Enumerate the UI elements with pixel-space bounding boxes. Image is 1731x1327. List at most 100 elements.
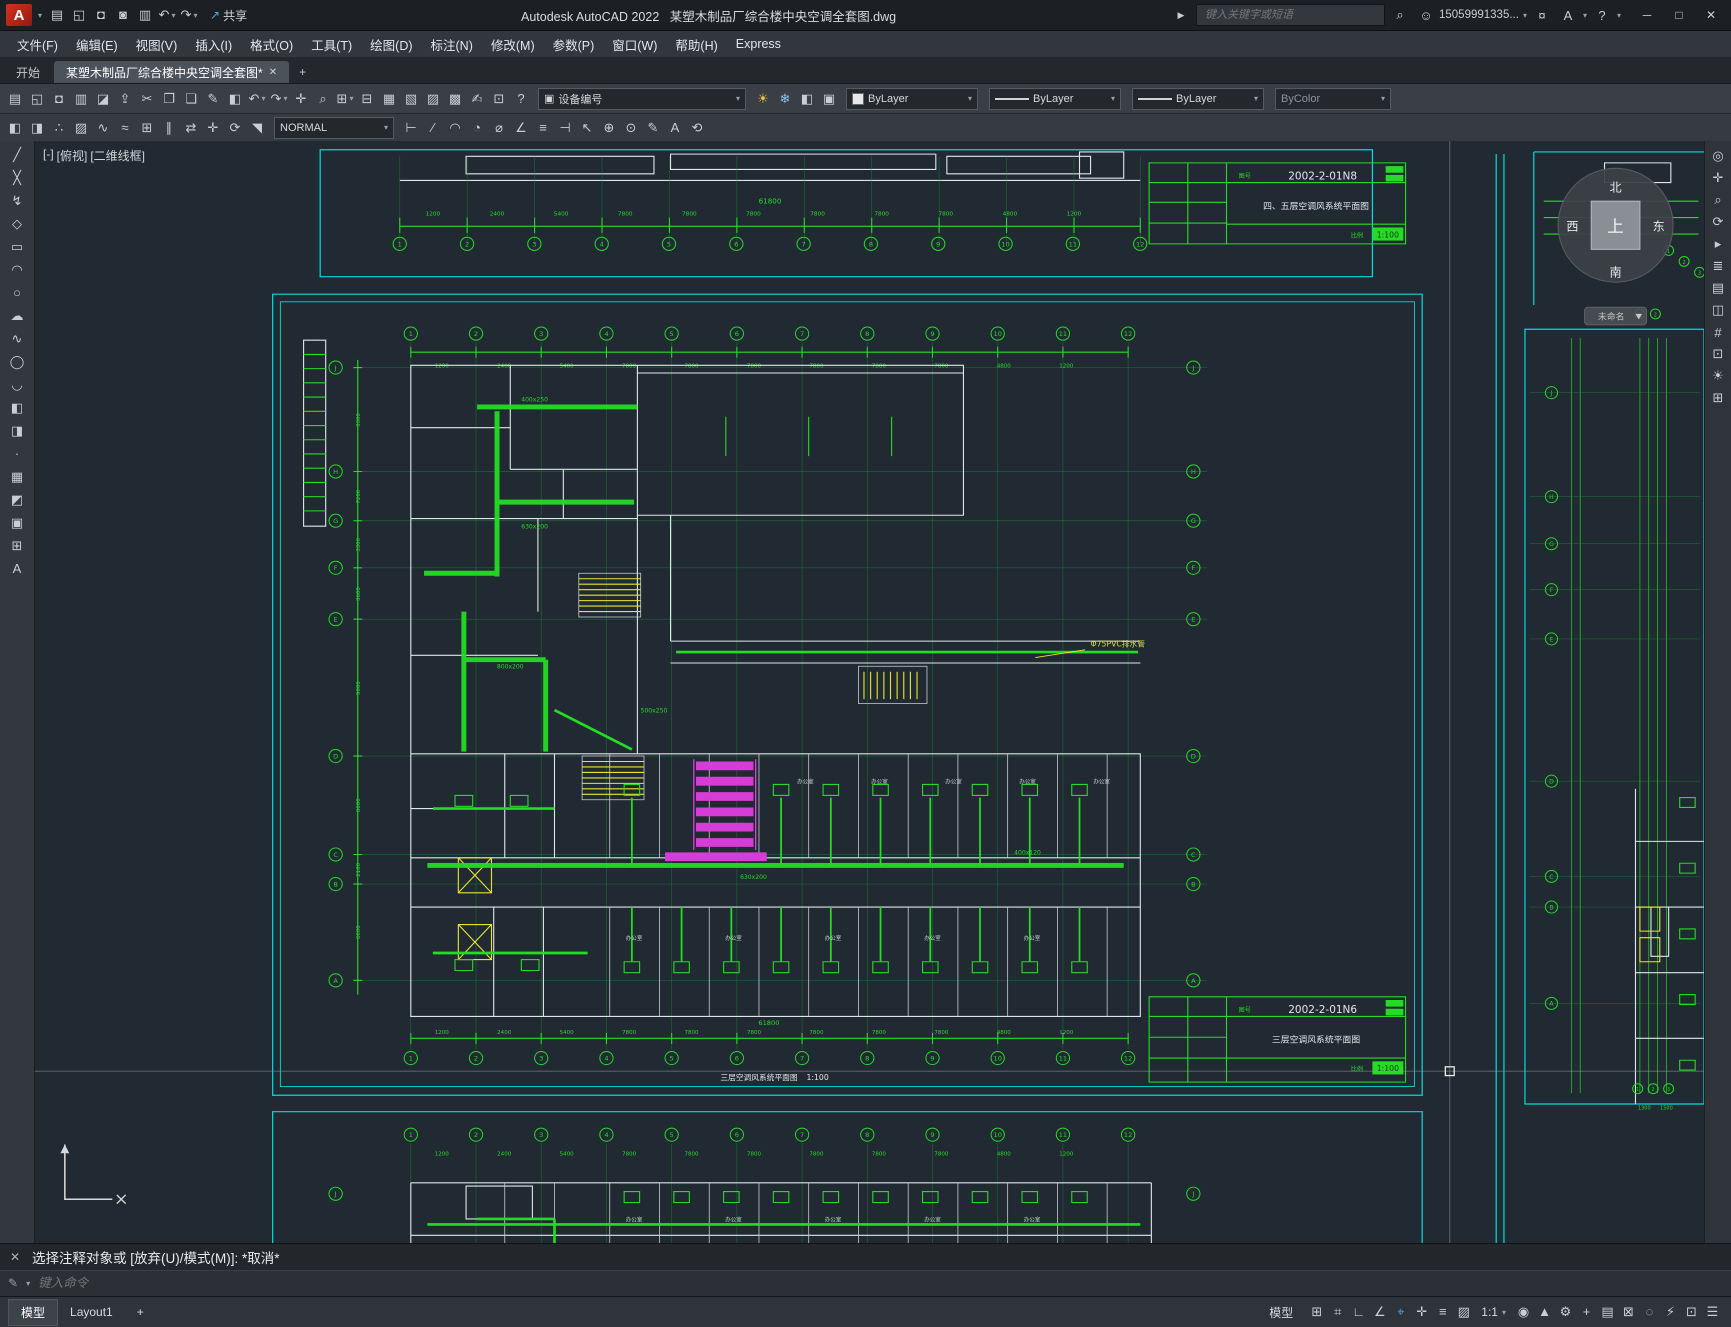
layer-color-icon[interactable]: ▣ — [818, 89, 840, 109]
lineweight-icon[interactable]: ≡ — [1432, 1302, 1453, 1322]
viewport-view-control[interactable]: [俯视] — [57, 147, 88, 164]
hatch-icon[interactable]: ▨ — [70, 118, 92, 138]
dim-continue-icon[interactable]: ⊣ — [554, 118, 576, 138]
help-menu[interactable]: ? ▾ — [1591, 5, 1621, 25]
spline-edit-icon[interactable]: ≈ — [114, 117, 136, 137]
ellipse-arc-icon[interactable]: ◡ — [4, 373, 30, 396]
insert-block-icon[interactable]: ◧ — [4, 396, 30, 419]
share-button[interactable]: ↗ 共享 — [210, 7, 247, 24]
mleader-icon[interactable]: ↖ — [576, 118, 598, 138]
autoscale-icon[interactable]: ▲ — [1534, 1302, 1555, 1322]
circle-icon[interactable]: ○ — [4, 281, 30, 304]
menu-item-1[interactable]: 编辑(E) — [67, 32, 127, 57]
cut-icon[interactable]: ✂ — [136, 89, 158, 109]
zoom-previous-icon[interactable]: ⊟ — [356, 89, 378, 109]
osnap-tracking-icon[interactable]: ✛ — [1411, 1302, 1432, 1322]
menu-item-2[interactable]: 视图(V) — [127, 32, 187, 57]
annotation-scale-control[interactable]: 1:1 ▾ — [1475, 1305, 1512, 1319]
open-icon[interactable]: ◱ — [26, 89, 48, 109]
make-block-icon[interactable]: ◨ — [4, 419, 30, 442]
search-icon[interactable]: ⌕ — [1389, 5, 1411, 25]
new-icon[interactable]: ▤ — [46, 5, 68, 25]
offset-icon[interactable]: ∥ — [158, 118, 180, 138]
point-style-icon[interactable]: ∴ — [48, 118, 70, 138]
menu-item-10[interactable]: 窗口(W) — [603, 32, 666, 57]
mirror-icon[interactable]: ⇄ — [180, 118, 202, 138]
annotation-visibility-icon[interactable]: ◉ — [1513, 1302, 1534, 1322]
polar-tracking-icon[interactable]: ∠ — [1369, 1302, 1390, 1322]
sun-icon[interactable]: ☀ — [1707, 365, 1729, 387]
minimize-button[interactable]: ─ — [1631, 2, 1663, 28]
center-mark-icon[interactable]: ⊙ — [620, 118, 642, 138]
views-icon[interactable]: ⊡ — [1707, 343, 1729, 365]
pan-icon[interactable]: ✛ — [1707, 167, 1729, 189]
construction-line-icon[interactable]: ╳ — [4, 166, 30, 189]
copy-icon[interactable]: ❐ — [158, 89, 180, 109]
transparency-icon[interactable]: ▨ — [1453, 1302, 1474, 1322]
tolerance-icon[interactable]: ⊕ — [598, 118, 620, 138]
help-icon[interactable]: ? — [510, 88, 532, 108]
search-box[interactable] — [1196, 4, 1385, 26]
insert-block-icon[interactable]: ◧ — [4, 118, 26, 138]
viewport-minimize-control[interactable]: [-] — [43, 147, 54, 164]
drawing-canvas[interactable]: [-] [俯视] [二维线框] 1200 2400 5400 7800 7800 7800… — [35, 141, 1704, 1243]
dim-radius-icon[interactable]: ◔ — [466, 117, 488, 137]
layout1-tab[interactable]: Layout1 — [58, 1301, 125, 1323]
move-icon[interactable]: ✛ — [202, 118, 224, 138]
tab-close-icon[interactable]: ✕ — [269, 67, 277, 78]
model-space-toggle[interactable]: 模型 — [1257, 1300, 1305, 1325]
mtext-icon[interactable]: A — [4, 557, 30, 580]
polyline-edit-icon[interactable]: ∿ — [92, 118, 114, 138]
rectangle-icon[interactable]: ▭ — [4, 235, 30, 258]
navigation-wheel-icon[interactable]: ◎ — [1707, 145, 1729, 167]
polyline-icon[interactable]: ↯ — [4, 189, 30, 212]
dim-update-icon[interactable]: ⟲ — [686, 118, 708, 138]
save-as-icon[interactable]: ◙ — [112, 5, 134, 25]
new-tab-button[interactable]: + — [291, 61, 314, 83]
plot-style-combo[interactable]: ByColor ▾ — [1275, 87, 1391, 110]
menu-item-4[interactable]: 格式(O) — [241, 32, 302, 57]
viewcube[interactable]: 北 南 西 东 上 未命名 — [1557, 167, 1674, 326]
text-edit-icon[interactable]: A — [664, 117, 686, 137]
view-name-menu[interactable]: 未命名 — [1598, 310, 1624, 322]
collapse-search-icon[interactable]: ▶ — [1170, 5, 1192, 25]
tab-start[interactable]: 开始 — [4, 61, 52, 83]
maximize-button[interactable]: □ — [1663, 2, 1695, 28]
scale-icon[interactable]: ◥ — [246, 118, 268, 138]
isolate-objects-icon[interactable]: ◌ — [1639, 1302, 1660, 1322]
viewcube-east[interactable]: 东 — [1653, 220, 1665, 234]
dim-linear-icon[interactable]: ⊢ — [400, 118, 422, 138]
lock-ui-icon[interactable]: ⊠ — [1618, 1302, 1639, 1322]
publish-icon[interactable]: ⇪ — [114, 89, 136, 109]
point-icon[interactable]: · — [4, 442, 30, 465]
app-logo[interactable]: A — [6, 4, 32, 26]
line-icon[interactable]: ╱ — [4, 143, 30, 166]
menu-item-3[interactable]: 插入(I) — [186, 32, 241, 57]
customize-icon[interactable]: ☰ — [1702, 1302, 1723, 1322]
dim-style-combo[interactable]: NORMAL ▾ — [274, 116, 394, 139]
gradient-icon[interactable]: ◩ — [4, 488, 30, 511]
ellipse-icon[interactable]: ◯ — [4, 350, 30, 373]
zoom-realtime-icon[interactable]: ⌕ — [312, 89, 334, 109]
command-customize-icon[interactable]: ✎ — [8, 1276, 18, 1290]
close-button[interactable]: ✕ — [1695, 2, 1727, 28]
tool-palettes-icon[interactable]: ▨ — [422, 89, 444, 109]
design-center-icon[interactable]: ▧ — [400, 89, 422, 109]
app-center-menu[interactable]: A ▾ — [1557, 5, 1587, 25]
menu-item-0[interactable]: 文件(F) — [8, 32, 67, 57]
arc-icon[interactable]: ◠ — [4, 258, 30, 281]
menu-item-8[interactable]: 修改(M) — [482, 32, 544, 57]
properties-panel-icon[interactable]: ▤ — [1707, 277, 1729, 299]
zoom-extents-icon[interactable]: ⌕ — [1707, 189, 1729, 211]
new-layout-button[interactable]: + — [125, 1301, 156, 1323]
quick-properties-icon[interactable]: ▤ — [1597, 1302, 1618, 1322]
undo-icon[interactable]: ↶ ▾ — [246, 89, 268, 109]
lineweight-combo[interactable]: ByLayer ▾ — [1132, 87, 1264, 110]
search-input[interactable] — [1203, 8, 1378, 22]
cad-drawing[interactable]: 1200 2400 5400 7800 7800 7800 7800 7800 7800 4800… — [35, 141, 1704, 1243]
make-block-icon[interactable]: ◨ — [26, 118, 48, 138]
plot-preview-icon[interactable]: ◪ — [92, 89, 114, 109]
menu-item-12[interactable]: Express — [727, 34, 790, 54]
redo-icon[interactable]: ↷ ▾ — [268, 89, 290, 109]
tab-current-drawing[interactable]: 某塑木制品厂综合楼中央空调全套图* ✕ — [54, 61, 290, 83]
